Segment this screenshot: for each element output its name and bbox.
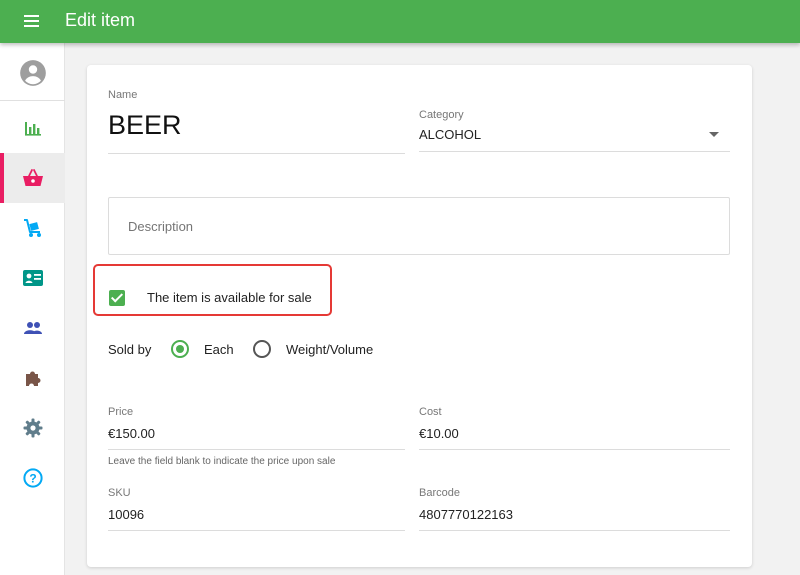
name-label: Name	[108, 89, 138, 101]
sidebar-item-account[interactable]	[0, 48, 65, 98]
menu-icon[interactable]	[20, 12, 44, 32]
help-circle-icon: ?	[22, 468, 43, 488]
sidebar-item-inventory[interactable]	[0, 203, 65, 253]
name-field[interactable]: BEER	[108, 110, 182, 141]
barcode-underline	[419, 530, 730, 531]
price-label: Price	[108, 406, 134, 418]
sidebar-item-items[interactable]	[0, 153, 65, 203]
category-select[interactable]: ALCOHOL	[419, 127, 481, 142]
sidebar: ?	[0, 43, 65, 575]
cost-field[interactable]: €10.00	[419, 426, 459, 441]
price-field[interactable]: €150.00	[108, 426, 155, 441]
sidebar-item-integrations[interactable]	[0, 353, 65, 403]
available-for-sale-label[interactable]: The item is available for sale	[147, 290, 312, 305]
sold-by-label: Sold by	[108, 342, 152, 357]
cost-underline	[419, 449, 730, 450]
sold-by-each-label[interactable]: Each	[204, 342, 234, 357]
sold-by-weight-radio[interactable]	[253, 340, 271, 358]
sku-label: SKU	[108, 487, 131, 499]
sold-by-each-radio[interactable]	[171, 340, 189, 358]
cart-hand-truck-icon	[23, 219, 41, 237]
category-underline	[419, 151, 730, 152]
sidebar-divider	[0, 100, 65, 101]
puzzle-icon	[25, 371, 40, 386]
bar-chart-icon	[24, 122, 41, 136]
category-label: Category	[419, 109, 464, 121]
sidebar-item-customers[interactable]	[0, 303, 65, 353]
basket-icon	[22, 169, 43, 186]
sidebar-item-settings[interactable]	[0, 403, 65, 453]
sidebar-item-employees[interactable]	[0, 253, 65, 303]
svg-text:?: ?	[29, 472, 36, 486]
available-for-sale-checkbox[interactable]	[109, 290, 125, 306]
sidebar-item-reports[interactable]	[0, 103, 65, 153]
name-underline	[108, 153, 405, 154]
cost-label: Cost	[419, 406, 442, 418]
id-card-icon	[22, 270, 43, 286]
sidebar-item-help[interactable]: ?	[0, 453, 65, 503]
price-hint: Leave the field blank to indicate the pr…	[108, 456, 336, 467]
app-bar: Edit item	[0, 0, 800, 43]
dropdown-arrow-icon[interactable]	[709, 132, 719, 137]
barcode-field[interactable]: 4807770122163	[419, 507, 513, 522]
description-field[interactable]: Description	[108, 197, 730, 255]
edit-item-card: Name BEER Category ALCOHOL Description S…	[87, 65, 752, 567]
gear-icon	[23, 418, 42, 438]
description-placeholder: Description	[128, 219, 194, 234]
sku-field[interactable]: 10096	[108, 507, 144, 522]
people-icon	[23, 322, 42, 334]
barcode-label: Barcode	[419, 487, 460, 499]
account-circle-icon	[19, 60, 46, 86]
page-title: Edit item	[65, 10, 136, 30]
price-underline	[108, 449, 405, 450]
sold-by-weight-label[interactable]: Weight/Volume	[286, 342, 373, 357]
sku-underline	[108, 530, 405, 531]
